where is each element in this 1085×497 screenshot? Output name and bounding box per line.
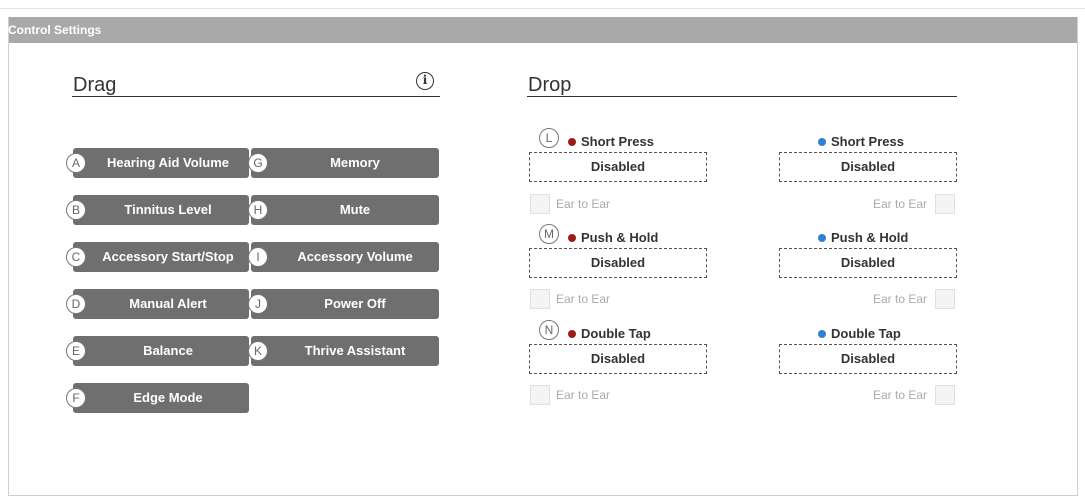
drag-button-tinnitus-level[interactable]: B Tinnitus Level xyxy=(66,195,249,225)
drag-button-thrive-assistant[interactable]: K Thrive Assistant xyxy=(248,336,439,366)
drag-title: Drag xyxy=(73,74,117,96)
drag-button-accessory-volume[interactable]: I Accessory Volume xyxy=(248,242,439,272)
drag-divider xyxy=(72,96,440,97)
ear-to-ear-checkbox-right-short-press[interactable] xyxy=(935,194,955,214)
panel-title: Control Settings xyxy=(8,23,102,37)
badge-m: M xyxy=(539,224,559,244)
right-short-press-label: Short Press xyxy=(818,134,904,149)
left-ear-dot xyxy=(568,233,576,242)
drop-zone-left-double-tap[interactable]: Disabled xyxy=(529,344,707,374)
drag-button-label: Memory xyxy=(330,155,380,170)
drag-button-label: Hearing Aid Volume xyxy=(106,155,230,170)
ear-to-ear-label: Ear to Ear xyxy=(556,292,611,306)
drop-divider xyxy=(527,96,957,97)
drag-button-hearing-aid-volume[interactable]: A Hearing Aid Volume xyxy=(66,148,249,178)
ear-to-ear-checkbox-right-push-hold[interactable] xyxy=(935,289,955,309)
drag-button-label: Edge Mode xyxy=(133,390,203,405)
badge-f: F xyxy=(66,388,86,408)
badge-c: C xyxy=(66,247,86,267)
left-ear-dot xyxy=(568,137,576,146)
drag-button-label: Mute xyxy=(339,202,371,217)
drop-zone-left-push-hold[interactable]: Disabled xyxy=(529,248,707,278)
drag-button-label: Accessory Volume xyxy=(297,249,413,264)
badge-b: B xyxy=(66,200,86,220)
window-top-edge xyxy=(0,0,1085,9)
ear-to-ear-label: Ear to Ear xyxy=(556,197,611,211)
right-ear-dot xyxy=(818,233,826,242)
drag-button-accessory-start-stop[interactable]: C Accessory Start/Stop xyxy=(66,242,249,272)
right-double-tap-label: Double Tap xyxy=(818,326,901,341)
badge-a: A xyxy=(66,153,86,173)
right-ear-dot xyxy=(818,137,826,146)
drag-button-label: Accessory Start/Stop xyxy=(102,249,234,264)
drag-button-manual-alert[interactable]: D Manual Alert xyxy=(66,289,249,319)
left-push-hold-label: Push & Hold xyxy=(568,230,658,245)
drag-button-label: Power Off xyxy=(324,296,386,311)
badge-d: D xyxy=(66,294,86,314)
badge-e: E xyxy=(66,341,86,361)
drag-button-edge-mode[interactable]: F Edge Mode xyxy=(66,383,249,413)
left-double-tap-label: Double Tap xyxy=(568,326,651,341)
drag-button-power-off[interactable]: J Power Off xyxy=(248,289,439,319)
badge-j: J xyxy=(248,294,268,314)
badge-n: N xyxy=(539,320,559,340)
info-icon[interactable]: i xyxy=(416,72,434,90)
ear-to-ear-checkbox-left-short-press[interactable] xyxy=(530,194,550,214)
ear-to-ear-label: Ear to Ear xyxy=(873,197,928,211)
drag-button-label: Manual Alert xyxy=(129,296,207,311)
ear-to-ear-checkbox-left-push-hold[interactable] xyxy=(530,289,550,309)
badge-g: G xyxy=(248,153,268,173)
drop-zone-right-double-tap[interactable]: Disabled xyxy=(779,344,957,374)
panel-header: Control Settings xyxy=(8,17,1077,43)
drag-button-label: Tinnitus Level xyxy=(124,202,212,217)
right-push-hold-label: Push & Hold xyxy=(818,230,908,245)
drop-title: Drop xyxy=(528,74,572,96)
left-ear-dot xyxy=(568,329,576,338)
ear-to-ear-label: Ear to Ear xyxy=(873,388,928,402)
drag-button-label: Balance xyxy=(143,343,193,358)
badge-l: L xyxy=(539,128,559,148)
ear-to-ear-label: Ear to Ear xyxy=(556,388,611,402)
ear-to-ear-label: Ear to Ear xyxy=(873,292,928,306)
drag-button-balance[interactable]: E Balance xyxy=(66,336,249,366)
control-settings-panel: Control Settings Drag i A Hearing Aid Vo… xyxy=(8,17,1078,496)
drop-zone-left-short-press[interactable]: Disabled xyxy=(529,152,707,182)
badge-h: H xyxy=(248,200,268,220)
drop-zone-right-short-press[interactable]: Disabled xyxy=(779,152,957,182)
drag-button-label: Thrive Assistant xyxy=(304,343,406,358)
badge-k: K xyxy=(248,341,268,361)
ear-to-ear-checkbox-left-double-tap[interactable] xyxy=(530,385,550,405)
ear-to-ear-checkbox-right-double-tap[interactable] xyxy=(935,385,955,405)
left-short-press-label: Short Press xyxy=(568,134,654,149)
drag-button-memory[interactable]: G Memory xyxy=(248,148,439,178)
drop-zone-right-push-hold[interactable]: Disabled xyxy=(779,248,957,278)
drag-button-mute[interactable]: H Mute xyxy=(248,195,439,225)
badge-i: I xyxy=(248,247,268,267)
right-ear-dot xyxy=(818,329,826,338)
